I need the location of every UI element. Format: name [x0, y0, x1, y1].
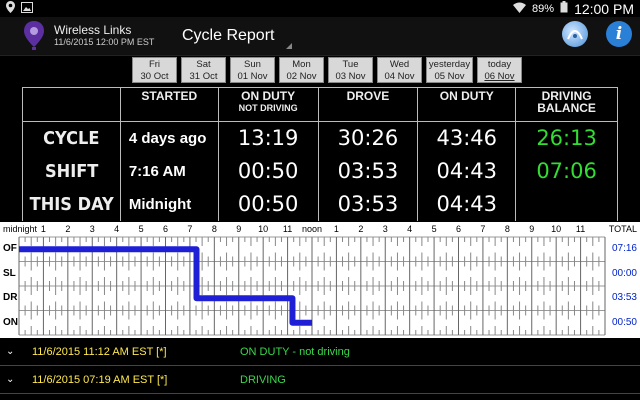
duty-row-total: 00:50: [611, 316, 637, 328]
table-row-cycle: CYCLE 4 days ago 13:19 30:26 43:46 26:13: [22, 121, 618, 155]
day-button-today[interactable]: today 06 Nov: [477, 57, 522, 83]
day-button-sun[interactable]: Sun 01 Nov: [230, 57, 275, 83]
day-button-yesterday[interactable]: yesterday 05 Nov: [426, 57, 473, 83]
event-list: ⌄ 11/6/2015 11:12 AM EST [*] ON DUTY - n…: [0, 338, 640, 400]
status-bar: 89% 12:00 PM: [0, 0, 640, 17]
app-name: Wireless Links: [54, 23, 132, 37]
chevron-down-icon[interactable]: ⌄: [6, 346, 14, 357]
this-day-driving-balance: [515, 187, 618, 221]
row-label-this-day: THIS DAY: [29, 193, 114, 215]
header-driving-balance: DRIVING BALANCE: [515, 86, 618, 123]
corner-cell: [22, 86, 121, 123]
day-button-fri[interactable]: Fri 30 Oct: [132, 57, 177, 83]
cycle-on-duty-not-driving: 13:19: [217, 121, 319, 155]
duty-row-label: SL: [3, 267, 16, 279]
event-status: DRIVING: [240, 374, 286, 386]
battery-percent: 89%: [532, 2, 555, 15]
chevron-down-icon[interactable]: ⌄: [6, 374, 14, 385]
info-icon[interactable]: i: [606, 21, 632, 47]
day-selector: Fri 30 Oct Sat 31 Oct Sun 01 Nov Mon 02 Nov …: [132, 57, 522, 83]
duty-row-label: ON: [3, 316, 18, 328]
connection-icon[interactable]: [562, 21, 588, 47]
app-subtitle-datetime: 11/6/2015 12:00 PM EST: [54, 37, 155, 47]
this-day-drove: 03:53: [317, 187, 419, 221]
cycle-on-duty: 43:46: [417, 121, 517, 155]
app-logo-icon[interactable]: [24, 21, 44, 56]
row-label-cycle: CYCLE: [43, 127, 100, 149]
day-button-tue[interactable]: Tue 03 Nov: [328, 57, 373, 83]
day-button-sat[interactable]: Sat 31 Oct: [181, 57, 226, 83]
duty-row-total: 07:16: [611, 243, 637, 254]
duty-graph-grid: [18, 236, 606, 336]
event-status: ON DUTY - not driving: [240, 346, 350, 358]
list-item[interactable]: ⌄ 11/6/2015 11:12 AM EST [*] ON DUTY - n…: [0, 338, 640, 366]
shift-started: 7:16 AM: [119, 154, 219, 188]
shift-on-duty: 04:43: [417, 154, 517, 188]
cycle-drove: 30:26: [317, 121, 419, 155]
cycle-started: 4 days ago: [119, 121, 219, 155]
screen-title-spinner[interactable]: Cycle Report: [182, 27, 274, 45]
this-day-on-duty: 04:43: [417, 187, 517, 221]
header-on-duty-not-driving: ON DUTY NOT DRIVING: [217, 86, 319, 123]
shift-drove: 03:53: [317, 154, 419, 188]
duty-row-total: 00:00: [611, 267, 637, 279]
shift-driving-balance: 07:06: [515, 154, 618, 188]
day-button-mon[interactable]: Mon 02 Nov: [279, 57, 324, 83]
spinner-arrow-icon[interactable]: [286, 43, 292, 49]
table-row-shift: SHIFT 7:16 AM 00:50 03:53 04:43 07:06: [22, 154, 618, 188]
duty-row-total: 03:53: [611, 292, 637, 303]
cycle-driving-balance: 26:13: [515, 121, 618, 155]
day-button-wed[interactable]: Wed 04 Nov: [377, 57, 422, 83]
location-icon: [6, 0, 15, 18]
list-item[interactable]: ⌄ 11/6/2015 07:19 AM EST [*] DRIVING: [0, 366, 640, 394]
duty-row-label: DR: [3, 292, 18, 303]
this-day-started: Midnight: [119, 187, 219, 221]
duty-status-graph: midnight 1 2 3 4 5 6 7 8 9 10 11 noon 1 2 3 4 5 6 7 8 9 10 11 T…: [0, 222, 640, 338]
event-time: 11/6/2015 07:19 AM EST [*]: [32, 374, 168, 386]
battery-icon: [560, 1, 568, 16]
shift-on-duty-not-driving: 00:50: [217, 154, 319, 188]
cycle-summary-table: STARTED ON DUTY NOT DRIVING DROVE ON DUTY…: [22, 86, 618, 221]
table-row-this-day: THIS DAY Midnight 00:50 03:53 04:43: [22, 187, 618, 221]
header-started: STARTED: [119, 86, 219, 123]
header-drove: DROVE: [317, 86, 419, 123]
event-time: 11/6/2015 11:12 AM EST [*]: [32, 346, 167, 358]
header-on-duty: ON DUTY: [417, 86, 517, 123]
row-label-shift: SHIFT: [44, 160, 99, 182]
app-bar: Wireless Links 11/6/2015 12:00 PM EST Cy…: [0, 17, 640, 56]
duty-row-label: OF: [3, 243, 17, 254]
clock: 12:00 PM: [574, 0, 634, 17]
wifi-icon: [513, 2, 527, 16]
this-day-on-duty-not-driving: 00:50: [217, 187, 319, 221]
image-notification-icon: [21, 0, 33, 18]
